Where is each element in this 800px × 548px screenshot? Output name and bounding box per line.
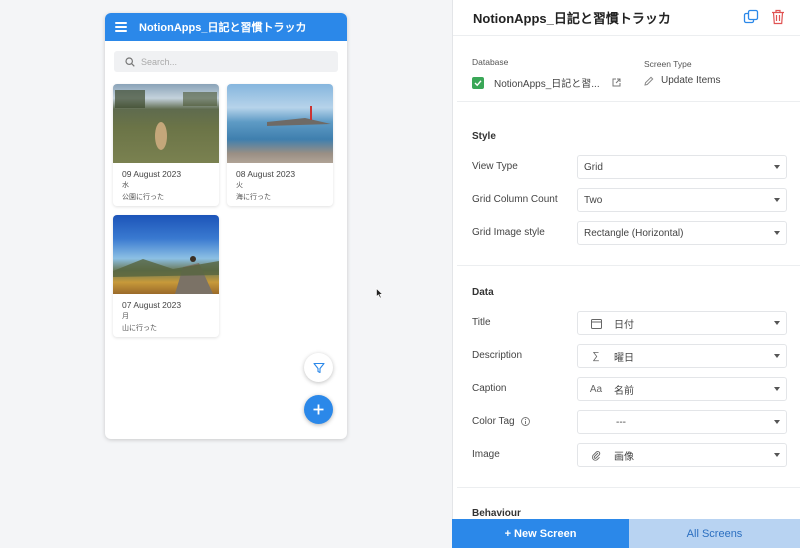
filter-icon (312, 362, 325, 373)
search-icon (125, 56, 135, 67)
color-tag-select[interactable]: --- (577, 410, 787, 434)
page-title: NotionApps_日記と習慣トラッカ (473, 11, 671, 26)
database-selector[interactable]: NotionApps_日記と習... (472, 75, 621, 90)
card-caption: 山に行った (122, 325, 157, 332)
description-value: 曜日 (614, 352, 634, 364)
database-value: NotionApps_日記と習... (494, 79, 600, 90)
info-icon[interactable] (520, 417, 530, 426)
app-bar: NotionApps_日記と習慣トラッカ (105, 13, 347, 41)
chevron-down-icon (774, 354, 780, 358)
external-link-icon[interactable] (612, 78, 621, 87)
chevron-down-icon (774, 453, 780, 457)
card-weekday: 月 (122, 313, 129, 320)
panel-footer: + New Screen All Screens (452, 519, 800, 548)
card-caption: 公園に行った (122, 194, 164, 201)
card-item[interactable]: 08 August 2023 火 海に行った (227, 84, 333, 206)
card-item[interactable]: 07 August 2023 月 山に行った (113, 215, 219, 337)
pencil-icon (644, 76, 654, 86)
title-select[interactable]: 日付 (577, 311, 787, 335)
grid-image-select[interactable]: Rectangle (Horizontal) (577, 221, 787, 245)
preview-canvas: NotionApps_日記と習慣トラッカ 09 August 2023 水 公園… (0, 0, 452, 548)
grid-image-value: Rectangle (Horizontal) (584, 227, 684, 239)
title-value: 日付 (614, 319, 634, 331)
image-select[interactable]: 画像 (577, 443, 787, 467)
color-tag-value: --- (616, 416, 626, 428)
card-date: 09 August 2023 (122, 169, 182, 179)
image-value: 画像 (614, 451, 634, 463)
screen-type-label: Screen Type (644, 59, 692, 69)
formula-icon: ∑ (592, 350, 600, 362)
trash-icon[interactable] (771, 9, 785, 25)
data-heading: Data (472, 287, 494, 298)
view-type-select[interactable]: Grid (577, 155, 787, 179)
card-item[interactable]: 09 August 2023 水 公園に行った (113, 84, 219, 206)
paperclip-icon (588, 450, 604, 461)
color-tag-label-text: Color Tag (472, 416, 515, 427)
chevron-down-icon (774, 387, 780, 391)
chevron-down-icon (774, 231, 780, 235)
title-label: Title (472, 317, 491, 328)
calendar-icon (588, 318, 604, 329)
divider (457, 265, 800, 266)
card-date: 08 August 2023 (236, 169, 296, 179)
card-weekday: 水 (122, 182, 129, 189)
grid-image-label: Grid Image style (472, 227, 545, 238)
divider (457, 487, 800, 488)
caption-label: Caption (472, 383, 507, 394)
plus-icon (313, 404, 324, 415)
card-image (227, 84, 333, 163)
chevron-down-icon (774, 198, 780, 202)
chevron-down-icon (774, 321, 780, 325)
screen-type-value: Update Items (661, 75, 721, 86)
view-type-value: Grid (584, 161, 603, 173)
description-select[interactable]: ∑ 曜日 (577, 344, 787, 368)
search-input[interactable] (141, 56, 291, 67)
chevron-down-icon (774, 420, 780, 424)
card-image (113, 215, 219, 294)
app-title: NotionApps_日記と習慣トラッカ (139, 22, 307, 34)
screen-type: Update Items (644, 75, 720, 86)
behaviour-heading: Behaviour (472, 508, 521, 519)
checkmark-icon (472, 76, 484, 89)
description-label: Description (472, 350, 523, 361)
card-caption: 海に行った (236, 194, 271, 201)
caption-select[interactable]: Aa 名前 (577, 377, 787, 401)
add-item-button[interactable] (304, 395, 333, 424)
grid-column-select[interactable]: Two (577, 188, 787, 212)
text-icon: Aa (589, 383, 603, 395)
menu-icon[interactable] (115, 22, 127, 32)
panel-header: NotionApps_日記と習慣トラッカ (453, 0, 800, 36)
grid-column-value: Two (584, 194, 603, 206)
grid-column-label: Grid Column Count (472, 194, 558, 205)
style-heading: Style (472, 131, 496, 142)
mouse-cursor-icon (376, 288, 384, 299)
chevron-down-icon (774, 165, 780, 169)
duplicate-icon[interactable] (743, 9, 759, 25)
divider (457, 101, 800, 102)
search-bar[interactable] (114, 51, 338, 72)
view-type-label: View Type (472, 161, 518, 172)
color-tag-label: Color Tag (472, 416, 530, 427)
card-weekday: 火 (236, 182, 243, 189)
filter-button[interactable] (304, 353, 333, 382)
card-date: 07 August 2023 (122, 300, 182, 310)
image-label: Image (472, 449, 500, 460)
card-image (113, 84, 219, 163)
database-label: Database (472, 57, 509, 67)
all-screens-button[interactable]: All Screens (629, 519, 800, 548)
caption-value: 名前 (614, 385, 634, 397)
new-screen-button[interactable]: + New Screen (452, 519, 629, 548)
